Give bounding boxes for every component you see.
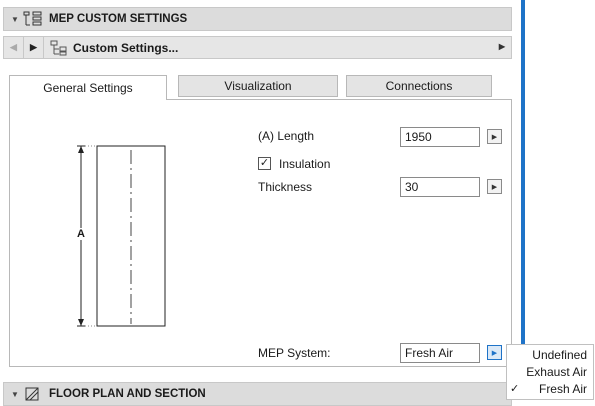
length-arrow-icon[interactable]: ▶	[487, 129, 502, 144]
dimension-a-label: A	[77, 228, 85, 240]
mep-system-field[interactable]: Fresh Air	[400, 343, 480, 363]
section-title: MEP CUSTOM SETTINGS	[49, 13, 188, 25]
menu-item-label: Fresh Air	[538, 382, 587, 396]
thickness-label: Thickness	[258, 180, 313, 194]
section-title: FLOOR PLAN AND SECTION	[49, 388, 206, 400]
collapse-arrow-icon[interactable]: ▼	[7, 390, 23, 399]
tab-general-settings[interactable]: General Settings	[9, 75, 167, 100]
thickness-input[interactable]: 30	[400, 177, 480, 197]
prev-arrow-icon[interactable]: ◀	[4, 37, 24, 58]
mep-system-dropdown: Undefined Exhaust Air ✓ Fresh Air	[506, 344, 594, 400]
custom-settings-nav: ◀ ▶ Custom Settings... ▶	[3, 36, 512, 59]
tab-label: Visualization	[224, 79, 292, 93]
thickness-arrow-icon[interactable]: ▶	[487, 179, 502, 194]
menu-item-label: Exhaust Air	[526, 365, 587, 379]
menu-item-exhaust-air[interactable]: Exhaust Air	[507, 364, 593, 380]
mep-system-dropdown-icon[interactable]: ▶	[487, 345, 502, 360]
tab-label: General Settings	[43, 81, 133, 95]
collapse-arrow-icon[interactable]: ▼	[7, 15, 23, 24]
menu-item-fresh-air[interactable]: ✓ Fresh Air	[507, 381, 593, 397]
custom-settings-label[interactable]: Custom Settings...	[73, 41, 178, 55]
duct-preview-drawing	[77, 145, 166, 327]
tab-visualization[interactable]: Visualization	[178, 75, 338, 97]
floor-plan-icon	[25, 387, 39, 401]
menu-item-undefined[interactable]: Undefined	[507, 347, 593, 363]
insulation-checkbox[interactable]: ✓	[258, 157, 271, 170]
settings-panel: ▼ MEP CUSTOM SETTINGS ◀ ▶ Custom Setting…	[0, 0, 520, 406]
length-input[interactable]: 1950	[400, 127, 480, 147]
checkmark-icon: ✓	[510, 383, 520, 395]
length-label: (A) Length	[258, 129, 315, 143]
next-arrow-icon[interactable]: ▶	[24, 37, 44, 58]
mep-settings-icon	[23, 11, 42, 26]
mep-system-label: MEP System:	[258, 346, 331, 360]
mep-custom-settings-header[interactable]: ▼ MEP CUSTOM SETTINGS	[3, 7, 512, 31]
tab-connections[interactable]: Connections	[346, 75, 492, 97]
menu-item-label: Undefined	[532, 348, 587, 362]
floor-plan-section-header[interactable]: ▼ FLOOR PLAN AND SECTION	[3, 382, 512, 406]
custom-settings-icon	[50, 40, 67, 55]
panel-edge	[521, 0, 525, 360]
submenu-arrow-icon[interactable]: ▶	[499, 42, 505, 51]
insulation-label: Insulation	[279, 157, 331, 171]
tab-label: Connections	[385, 79, 453, 93]
